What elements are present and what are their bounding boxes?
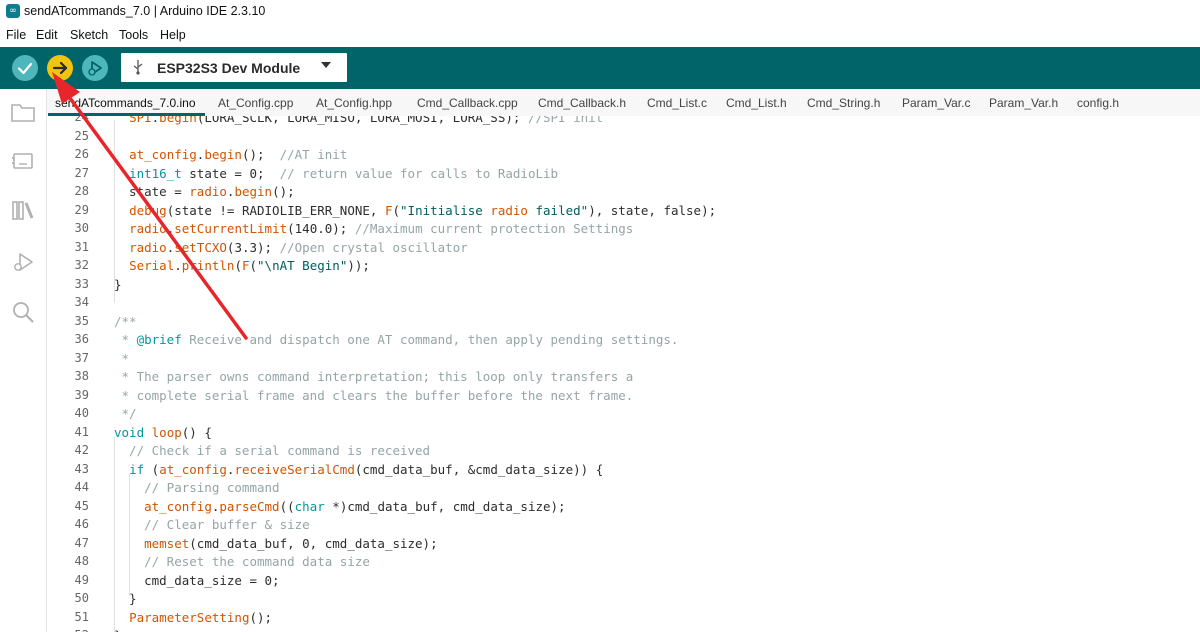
tab-param-var-c[interactable]: Param_Var.c [902,96,970,110]
code-line: radio.setCurrentLimit(140.0); //Maximum … [129,221,634,236]
line-number: 33 [74,276,89,291]
line-number: 36 [74,332,89,346]
debug-icon[interactable] [10,249,36,275]
menu-tools[interactable]: Tools [119,28,148,42]
line-number: 29 [74,202,89,217]
code-line: // Reset the command data size [114,554,370,569]
line-number: 31 [74,239,89,254]
tab-cmd-string-h[interactable]: Cmd_String.h [807,96,880,110]
upload-button[interactable] [47,55,73,81]
line-number: 50 [74,591,89,605]
line-number: 25 [74,128,89,143]
code-line: */ [114,406,137,421]
code-line: // Check if a serial command is received [114,443,431,458]
search-icon[interactable] [10,299,36,325]
tab-config-h[interactable]: config.h [1077,96,1119,110]
boards-manager-icon[interactable] [10,147,36,173]
menu-edit[interactable]: Edit [36,28,58,42]
code-line: at_config.begin(); //AT init [129,147,348,162]
code-line: at_config.parseCmd((char *)cmd_data_buf,… [144,498,566,514]
code-line: state = radio.begin(); [114,184,295,199]
title-bar: ∞ sendATcommands_7.0 | Arduino IDE 2.3.1… [0,0,1200,24]
debug-button[interactable] [82,55,108,81]
code-line: * The parser owns command interpretation… [114,369,634,384]
code-line: // Parsing command [114,480,280,495]
code-line: if (at_config.receiveSerialCmd(cmd_data_… [129,461,604,477]
line-number: 44 [74,480,89,494]
arduino-logo-icon: ∞ [6,4,20,18]
code-line: * @brief Receive and dispatch one AT com… [114,332,679,347]
tab-cmd-list-c[interactable]: Cmd_List.c [647,96,707,110]
sketchbook-icon[interactable] [10,99,36,125]
line-number: 47 [74,535,89,550]
line-number: 48 [74,554,89,568]
code-line: } [114,591,137,606]
menu-help[interactable]: Help [160,28,186,42]
sidebar [0,89,47,632]
line-number: 40 [74,406,89,420]
usb-icon [131,59,145,79]
line-number: 51 [74,609,89,624]
toolbar: ESP32S3 Dev Module [0,47,1200,89]
line-number: 52 [47,628,89,632]
code-line: } [114,628,122,632]
code-line: Serial.println(F("\nAT Begin")); [129,258,370,273]
code-line: memset(cmd_data_buf, 0, cmd_data_size); [144,535,438,551]
library-manager-icon[interactable] [10,197,36,223]
board-name: ESP32S3 Dev Module [157,60,301,76]
line-number: 49 [74,572,89,587]
tab-param-var-h[interactable]: Param_Var.h [989,96,1058,110]
tab-at-config-cpp[interactable]: At_Config.cpp [218,96,293,110]
line-number: 38 [74,369,89,383]
line-number: 45 [74,498,89,513]
line-number: 24 [74,116,89,124]
debug-icon [88,61,102,76]
line-number: 34 [74,295,89,309]
line-number: 42 [74,443,89,457]
code-line: void loop() { [114,424,212,440]
line-number: 28 [74,184,89,198]
tab-at-config-hpp[interactable]: At_Config.hpp [316,96,392,110]
menu-sketch[interactable]: Sketch [70,28,108,42]
code-line: debug(state != RADIOLIB_ERR_NONE, F("Ini… [129,202,717,218]
line-number: 26 [74,147,89,161]
code-line: /** [114,313,137,329]
check-icon [17,62,33,75]
code-line: } [114,276,122,292]
board-selector[interactable]: ESP32S3 Dev Module [121,53,347,82]
window-title: sendATcommands_7.0 | Arduino IDE 2.3.10 [24,4,266,18]
line-number: 30 [74,221,89,235]
verify-button[interactable] [12,55,38,81]
code-line: * [114,350,130,366]
line-number: 37 [74,350,89,365]
code-line: radio.setTCXO(3.3); //Open crystal oscil… [129,239,468,255]
line-number: 43 [74,461,89,476]
line-number: 32 [74,258,89,272]
tab-cmd-list-h[interactable]: Cmd_List.h [726,96,787,110]
line-number: 27 [74,165,89,180]
arrow-right-icon [52,61,68,75]
code-line: int16_t state = 0; // return value for c… [129,165,559,181]
menu-file[interactable]: File [6,28,26,42]
tab-cmd-callback-h[interactable]: Cmd_Callback.h [538,96,626,110]
line-number: 39 [74,387,89,402]
line-number: 35 [74,313,89,328]
line-number: 41 [74,424,89,439]
tab-sendatcommands-ino[interactable]: sendATcommands_7.0.ino [55,96,196,110]
editor-tabs: sendATcommands_7.0.ino At_Config.cpp At_… [47,89,1200,117]
line-number: 46 [74,517,89,531]
code-line: * complete serial frame and clears the b… [114,387,634,403]
code-line: ParameterSetting(); [129,609,273,625]
code-editor[interactable]: 24 SPI.begin(LORA_SCLK, LORA_MISO, LORA_… [47,116,1200,632]
tab-cmd-callback-cpp[interactable]: Cmd_Callback.cpp [417,96,518,110]
menu-bar: File Edit Sketch Tools Help [0,24,1200,46]
code-line: SPI.begin(LORA_SCLK, LORA_MISO, LORA_MOS… [129,116,604,125]
code-line: // Clear buffer & size [114,517,310,532]
code-line: cmd_data_size = 0; [114,572,280,588]
chevron-down-icon [321,62,331,68]
